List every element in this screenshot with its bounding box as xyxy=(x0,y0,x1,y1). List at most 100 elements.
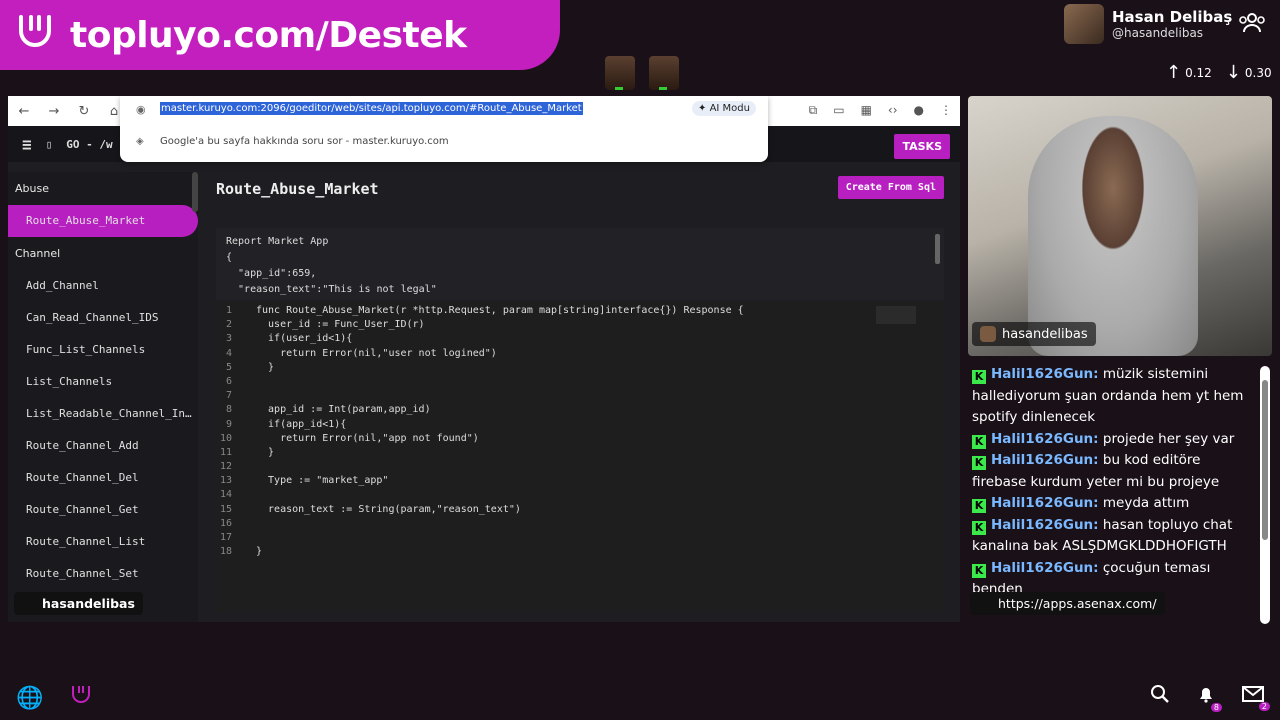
code-text: } xyxy=(256,446,275,458)
smile-logo-icon[interactable] xyxy=(69,684,93,712)
link-pill[interactable]: https://apps.asenax.com/ xyxy=(970,592,1165,615)
tasks-button[interactable]: TASKS xyxy=(894,134,950,159)
line-number: 2 xyxy=(225,319,232,331)
main-panel: Route_Abuse_Market Create From Sql Repor… xyxy=(208,172,954,622)
code-line: 18} xyxy=(216,545,944,559)
line-number: 13 xyxy=(219,475,232,487)
search-icon[interactable] xyxy=(1150,684,1170,708)
chat-message: K Halil1626Gun: hasan topluyo chat kanalı… xyxy=(972,515,1258,558)
sidebar-item[interactable]: Route_Abuse_Market xyxy=(8,205,198,237)
line-number: 16 xyxy=(219,517,232,529)
sidebar-item[interactable]: Can_Read_Channel_IDS xyxy=(8,302,198,334)
chat-message: K Halil1626Gun: projede her şey var xyxy=(972,429,1258,451)
code-text: reason_text := String(param,"reason_text… xyxy=(256,503,521,515)
address-bar[interactable]: ◉ master.kuruyo.com:2096/goeditor/web/si… xyxy=(120,96,768,162)
ai-search-icon: ✦ xyxy=(698,103,710,114)
line-number: 11 xyxy=(219,446,232,458)
banner-title: topluyo.com/Destek xyxy=(70,14,467,56)
grid-icon[interactable]: ▦ xyxy=(861,103,872,118)
description-line: { xyxy=(226,252,233,263)
code-line: 10 return Error(nil,"app not found") xyxy=(216,432,944,446)
extensions-icon[interactable]: ⧉ xyxy=(809,103,818,118)
line-number: 4 xyxy=(225,347,232,359)
chat-username[interactable]: Halil1626Gun: xyxy=(991,431,1099,447)
back-icon[interactable]: ← xyxy=(16,104,32,119)
line-number: 15 xyxy=(219,503,232,515)
chat-username[interactable]: Halil1626Gun: xyxy=(991,560,1099,576)
kick-badge-icon: K xyxy=(972,370,986,384)
code-line: 13 Type := "market_app" xyxy=(216,474,944,488)
user-pill[interactable]: hasandelibas xyxy=(14,592,143,615)
streamer-video xyxy=(1028,116,1198,356)
description-editor[interactable]: Report Market App { "app_id":659, "reason… xyxy=(216,228,944,300)
streamer-profile[interactable]: Hasan Delibaş @hasandelibas xyxy=(1064,4,1232,44)
line-number: 18 xyxy=(219,546,232,558)
sidebar-item[interactable]: Route_Channel_Get xyxy=(8,494,198,526)
sidebar-item[interactable]: Func_List_Channels xyxy=(8,334,198,366)
code-editor[interactable]: 1 func Route_Abuse_Market(r *http.Request… xyxy=(216,302,944,612)
chat-username[interactable]: Halil1626Gun: xyxy=(991,366,1099,382)
line-number: 3 xyxy=(225,333,232,345)
sidebar-item[interactable]: Route_Channel_Set xyxy=(8,558,198,590)
sidebar-item[interactable]: Route_Channel_Del xyxy=(8,462,198,494)
sidebar-item[interactable]: Add_Channel xyxy=(8,270,198,302)
code-text: if(app_id<1){ xyxy=(256,418,347,430)
line-number: 9 xyxy=(225,418,232,430)
chat-username[interactable]: Halil1626Gun: xyxy=(991,517,1099,533)
code-line: 9 if(app_id<1){ xyxy=(216,418,944,432)
upload-rate: 0.12 xyxy=(1185,65,1212,80)
profile-icon[interactable]: ● xyxy=(914,103,924,118)
sidepanel-icon[interactable]: ▭ xyxy=(833,103,844,118)
create-from-sql-button[interactable]: Create From Sql xyxy=(837,176,944,199)
sidebar-item[interactable]: Route_Channel_List xyxy=(8,526,198,558)
code-icon[interactable]: ‹› xyxy=(888,103,898,118)
code-line: 8 app_id := Int(param,app_id) xyxy=(216,403,944,417)
file-icon: ▯ xyxy=(45,137,53,151)
code-text: Type := "market_app" xyxy=(256,475,389,487)
line-number: 5 xyxy=(225,361,232,373)
chat-panel: K Halil1626Gun: müzik sistemini hallediyo… xyxy=(968,364,1258,596)
notification-bell-icon[interactable]: 8 xyxy=(1196,684,1222,712)
minimap[interactable] xyxy=(876,306,916,324)
chat-scrollbar[interactable] xyxy=(1260,366,1270,624)
ai-mode-button[interactable]: ✦ AI Modu xyxy=(692,101,756,116)
sidebar-item[interactable]: List_Readable_Channel_In… xyxy=(8,398,198,430)
forward-icon[interactable]: → xyxy=(46,104,62,119)
reload-icon[interactable]: ↻ xyxy=(76,104,92,119)
omnibox-suggestion[interactable]: Google'a bu sayfa hakkında soru sor - ma… xyxy=(160,136,449,147)
sidebar-scrollbar[interactable] xyxy=(192,172,198,212)
avatar xyxy=(649,56,679,90)
sidebar-item[interactable]: Route_Channel_Add xyxy=(8,430,198,462)
hamburger-icon[interactable]: ≡ xyxy=(22,135,32,154)
site-info-icon[interactable]: ◉ xyxy=(136,103,146,116)
chat-scroll-thumb[interactable] xyxy=(1262,380,1268,540)
kick-badge-icon: K xyxy=(972,563,986,578)
sidebar-item[interactable]: List_Channels xyxy=(8,366,198,398)
globe-icon[interactable]: 🌐 xyxy=(16,686,43,711)
line-number: 1 xyxy=(225,305,232,316)
code-line: 17 xyxy=(216,531,944,545)
ai-mode-label: AI Modu xyxy=(709,103,750,114)
description-line: "app_id":659, xyxy=(226,268,317,279)
url-text[interactable]: master.kuruyo.com:2096/goeditor/web/site… xyxy=(160,102,583,115)
profile-name: Hasan Delibaş xyxy=(1112,8,1233,26)
mail-icon[interactable]: 2 xyxy=(1242,685,1270,711)
code-line: 14 xyxy=(216,488,944,502)
people-icon[interactable] xyxy=(1238,12,1266,38)
chat-username[interactable]: Halil1626Gun: xyxy=(991,452,1099,468)
menu-dots-icon[interactable]: ⋮ xyxy=(940,103,952,118)
code-line: 16 xyxy=(216,517,944,531)
notification-count: 8 xyxy=(1210,703,1222,712)
description-line: "reason_text":"This is not legal" xyxy=(226,284,437,295)
description-scrollbar[interactable] xyxy=(935,234,940,264)
code-text: if(user_id<1){ xyxy=(256,333,353,345)
code-line: 3 if(user_id<1){ xyxy=(216,332,944,346)
code-line: 12 xyxy=(216,460,944,474)
chat-username[interactable]: Halil1626Gun: xyxy=(991,495,1099,511)
code-line: 7 xyxy=(216,389,944,403)
kick-badge-icon: K xyxy=(972,456,986,470)
link-text[interactable]: https://apps.asenax.com/ xyxy=(998,596,1157,611)
code-line: 2 user_id := Func_User_ID(r) xyxy=(216,318,944,332)
smile-logo-icon xyxy=(0,0,70,70)
